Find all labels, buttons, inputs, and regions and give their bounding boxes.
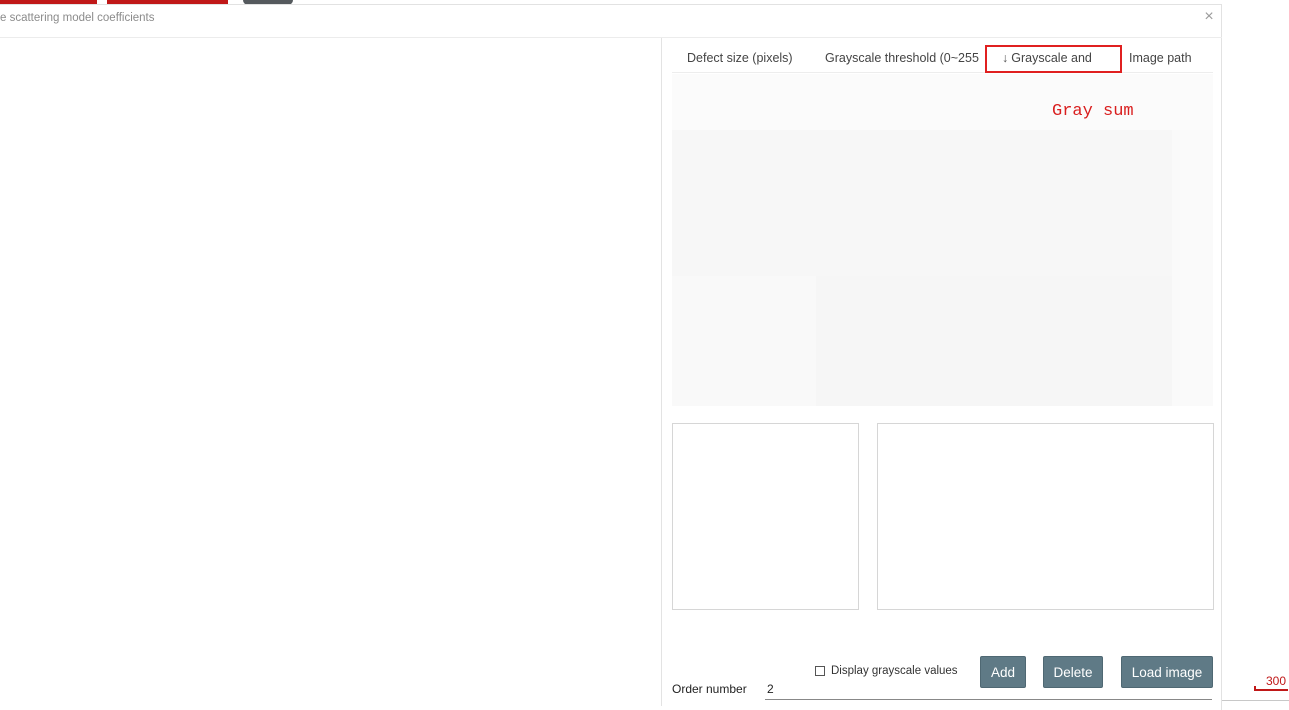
screen: e scattering model coefficients × Defect… — [0, 0, 1289, 710]
plot-panel — [0, 38, 661, 706]
table-row[interactable] — [672, 276, 816, 406]
display-grayscale-toggle[interactable]: Display grayscale values — [815, 663, 958, 679]
annotation-gray-sum: Gray sum — [1052, 102, 1134, 121]
table-row[interactable] — [816, 276, 1172, 406]
ruler-bracket — [1254, 686, 1288, 691]
order-number-input[interactable] — [765, 678, 1212, 700]
data-table-body[interactable] — [672, 74, 1213, 406]
order-number-label: Order number — [672, 682, 747, 696]
panel-divider — [661, 38, 662, 706]
image-preview-small — [672, 423, 859, 610]
background-divider — [1222, 700, 1289, 701]
highlight-box — [985, 45, 1122, 73]
table-row[interactable] — [672, 130, 1172, 276]
close-icon[interactable]: × — [1199, 7, 1219, 27]
display-grayscale-label: Display grayscale values — [831, 665, 958, 677]
dialog-title: e scattering model coefficients — [0, 12, 155, 24]
column-header-defect-size[interactable]: Defect size (pixels) — [687, 48, 793, 68]
column-header-image-path[interactable]: Image path — [1129, 48, 1192, 68]
column-header-grayscale-threshold[interactable]: Grayscale threshold (0~255 — [825, 48, 985, 68]
display-grayscale-checkbox[interactable] — [815, 666, 825, 676]
header-divider — [672, 72, 1213, 73]
image-preview-large — [877, 423, 1214, 610]
